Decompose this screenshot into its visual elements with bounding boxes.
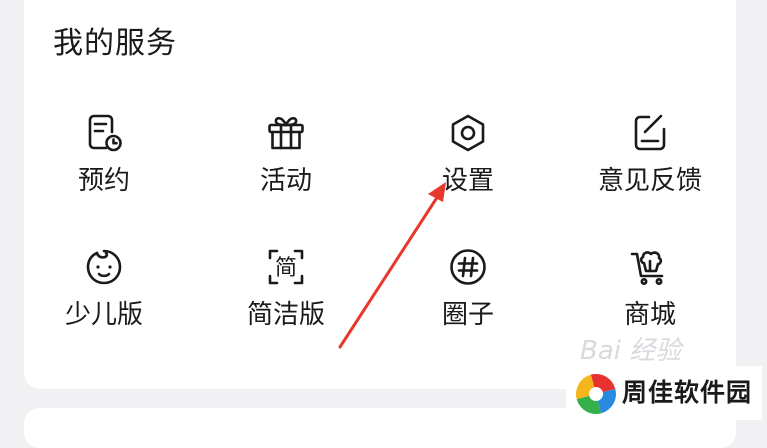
service-settings[interactable]: 设置 (388, 113, 548, 225)
kid-face-icon (84, 247, 124, 287)
site-logo-text: 周佳软件园 (622, 378, 753, 407)
service-label: 意见反馈 (597, 166, 702, 196)
watermark: Bai 经验 (580, 336, 682, 366)
section-title: 我的服务 (53, 26, 177, 61)
booking-icon (84, 113, 124, 153)
simple-mode-icon: 简 (266, 247, 306, 287)
service-circle[interactable]: 圈子 (388, 247, 548, 359)
gift-icon (266, 113, 306, 153)
site-logo: 周佳软件园 (566, 366, 762, 420)
service-label: 少儿版 (64, 300, 143, 330)
service-label: 设置 (441, 166, 494, 196)
service-simple-mode[interactable]: 简 简洁版 (206, 247, 366, 359)
service-feedback[interactable]: 意见反馈 (570, 113, 730, 225)
service-label: 圈子 (441, 300, 494, 330)
service-label: 商城 (623, 300, 676, 330)
service-label: 预约 (77, 166, 130, 196)
svg-text:简: 简 (275, 256, 297, 281)
service-label: 简洁版 (246, 300, 325, 330)
mall-cart-icon (630, 247, 670, 287)
service-kids-mode[interactable]: 少儿版 (24, 247, 184, 359)
feedback-icon (630, 113, 670, 153)
pinwheel-logo-icon (576, 374, 616, 414)
service-activity[interactable]: 活动 (206, 113, 366, 225)
service-booking[interactable]: 预约 (24, 113, 184, 225)
hashtag-icon (448, 247, 488, 287)
service-label: 活动 (259, 166, 312, 196)
settings-icon (448, 113, 488, 153)
